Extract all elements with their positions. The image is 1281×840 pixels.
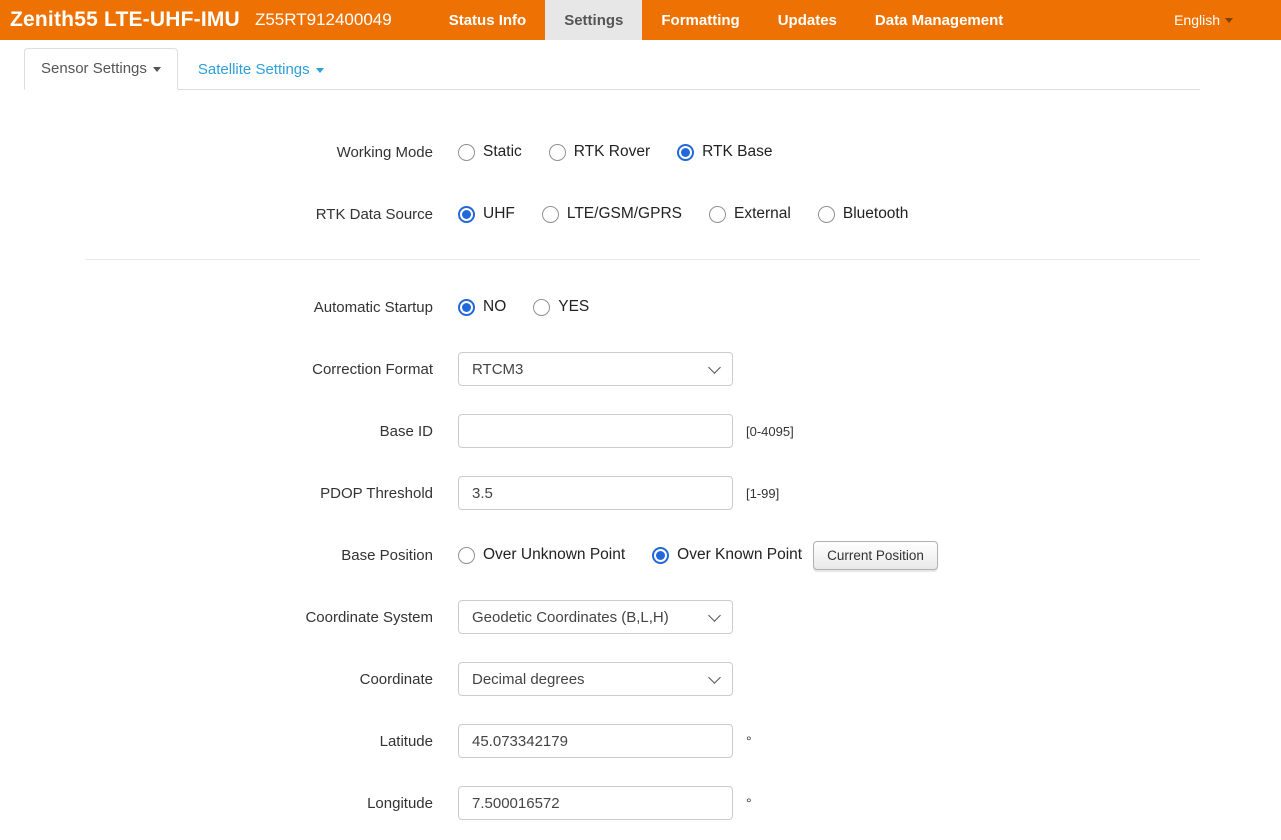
radio-label: LTE/GSM/GPRS [567, 205, 682, 223]
coordinate-label: Coordinate [0, 671, 433, 688]
coordinate-system-value: Geodetic Coordinates (B,L,H) [472, 609, 669, 626]
base-position-label: Base Position [0, 547, 433, 564]
correction-format-value: RTCM3 [472, 361, 523, 378]
nav-item-formatting[interactable]: Formatting [642, 0, 758, 40]
radio-label: Over Known Point [677, 546, 802, 564]
longitude-input[interactable] [458, 786, 733, 820]
radio-rtk-source-uhf[interactable]: UHF [458, 205, 515, 223]
radio-label: Over Unknown Point [483, 546, 625, 564]
caret-down-icon [153, 67, 161, 72]
radio-icon [542, 206, 559, 223]
tab-sensor-settings[interactable]: Sensor Settings [24, 48, 178, 90]
latitude-row: Latitude ° [0, 724, 1281, 758]
radio-working-mode-static[interactable]: Static [458, 143, 522, 161]
radio-checked-icon [458, 299, 475, 316]
correction-format-row: Correction Format RTCM3 [0, 352, 1281, 386]
radio-rtk-source-bluetooth[interactable]: Bluetooth [818, 205, 909, 223]
coordinate-row: Coordinate Decimal degrees [0, 662, 1281, 696]
radio-over-unknown-point[interactable]: Over Unknown Point [458, 546, 625, 564]
radio-icon [549, 144, 566, 161]
base-id-label: Base ID [0, 423, 433, 440]
radio-label: UHF [483, 205, 515, 223]
working-mode-label: Working Mode [0, 144, 433, 161]
language-label: English [1174, 12, 1220, 28]
current-position-button[interactable]: Current Position [813, 541, 938, 570]
pdop-threshold-input[interactable] [458, 476, 733, 510]
device-serial: Z55RT912400049 [255, 10, 392, 30]
longitude-row: Longitude ° [0, 786, 1281, 820]
rtk-data-source-row: RTK Data Source UHF LTE/GSM/GPRS Externa… [0, 197, 1281, 231]
chevron-down-icon [708, 671, 721, 684]
language-dropdown[interactable]: English [1174, 0, 1281, 40]
radio-rtk-source-external[interactable]: External [709, 205, 791, 223]
longitude-degree-unit: ° [746, 795, 752, 811]
coordinate-system-select[interactable]: Geodetic Coordinates (B,L,H) [458, 600, 733, 634]
base-id-input[interactable] [458, 414, 733, 448]
radio-working-mode-rtk-base[interactable]: RTK Base [677, 143, 772, 161]
radio-icon [458, 144, 475, 161]
section-divider [85, 259, 1200, 260]
radio-auto-startup-no[interactable]: NO [458, 298, 506, 316]
radio-checked-icon [652, 547, 669, 564]
radio-rtk-source-lte-gsm-gprs[interactable]: LTE/GSM/GPRS [542, 205, 682, 223]
radio-auto-startup-yes[interactable]: YES [533, 298, 589, 316]
radio-icon [709, 206, 726, 223]
tab-satellite-settings-label: Satellite Settings [198, 61, 310, 78]
sensor-settings-form: Working Mode Static RTK Rover RTK Base R… [0, 90, 1281, 820]
automatic-startup-row: Automatic Startup NO YES [0, 290, 1281, 324]
radio-checked-icon [458, 206, 475, 223]
brand-title[interactable]: Zenith55 LTE-UHF-IMU [10, 8, 240, 32]
radio-icon [533, 299, 550, 316]
radio-label: YES [558, 298, 589, 316]
coordinate-value: Decimal degrees [472, 671, 585, 688]
settings-tabbar: Sensor Settings Satellite Settings [24, 46, 1200, 90]
radio-label: Static [483, 143, 522, 161]
pdop-range-hint: [1-99] [746, 486, 779, 501]
latitude-degree-unit: ° [746, 733, 752, 749]
radio-checked-icon [677, 144, 694, 161]
radio-label: External [734, 205, 791, 223]
automatic-startup-label: Automatic Startup [0, 299, 433, 316]
radio-label: NO [483, 298, 506, 316]
pdop-threshold-label: PDOP Threshold [0, 485, 433, 502]
nav-item-settings[interactable]: Settings [545, 0, 642, 40]
caret-down-icon [316, 68, 324, 73]
radio-label: Bluetooth [843, 205, 909, 223]
latitude-label: Latitude [0, 733, 433, 750]
caret-down-icon [1225, 18, 1233, 23]
tab-satellite-settings[interactable]: Satellite Settings [182, 50, 340, 90]
longitude-label: Longitude [0, 795, 433, 812]
correction-format-select[interactable]: RTCM3 [458, 352, 733, 386]
radio-working-mode-rtk-rover[interactable]: RTK Rover [549, 143, 650, 161]
working-mode-row: Working Mode Static RTK Rover RTK Base [0, 135, 1281, 169]
top-navbar: Zenith55 LTE-UHF-IMU Z55RT912400049 Stat… [0, 0, 1281, 40]
base-id-range-hint: [0-4095] [746, 424, 794, 439]
radio-label: RTK Rover [574, 143, 650, 161]
base-id-row: Base ID [0-4095] [0, 414, 1281, 448]
latitude-input[interactable] [458, 724, 733, 758]
rtk-data-source-label: RTK Data Source [0, 206, 433, 223]
nav-item-updates[interactable]: Updates [759, 0, 856, 40]
radio-label: RTK Base [702, 143, 772, 161]
coordinate-system-label: Coordinate System [0, 609, 433, 626]
coordinate-select[interactable]: Decimal degrees [458, 662, 733, 696]
chevron-down-icon [708, 361, 721, 374]
chevron-down-icon [708, 609, 721, 622]
nav-item-status-info[interactable]: Status Info [430, 0, 546, 40]
main-nav: Status Info Settings Formatting Updates … [430, 0, 1023, 40]
nav-item-data-management[interactable]: Data Management [856, 0, 1022, 40]
base-position-row: Base Position Over Unknown Point Over Kn… [0, 538, 1281, 572]
radio-over-known-point[interactable]: Over Known Point [652, 546, 802, 564]
radio-icon [458, 547, 475, 564]
radio-icon [818, 206, 835, 223]
correction-format-label: Correction Format [0, 361, 433, 378]
tab-sensor-settings-label: Sensor Settings [41, 60, 147, 77]
coordinate-system-row: Coordinate System Geodetic Coordinates (… [0, 600, 1281, 634]
pdop-threshold-row: PDOP Threshold [1-99] [0, 476, 1281, 510]
